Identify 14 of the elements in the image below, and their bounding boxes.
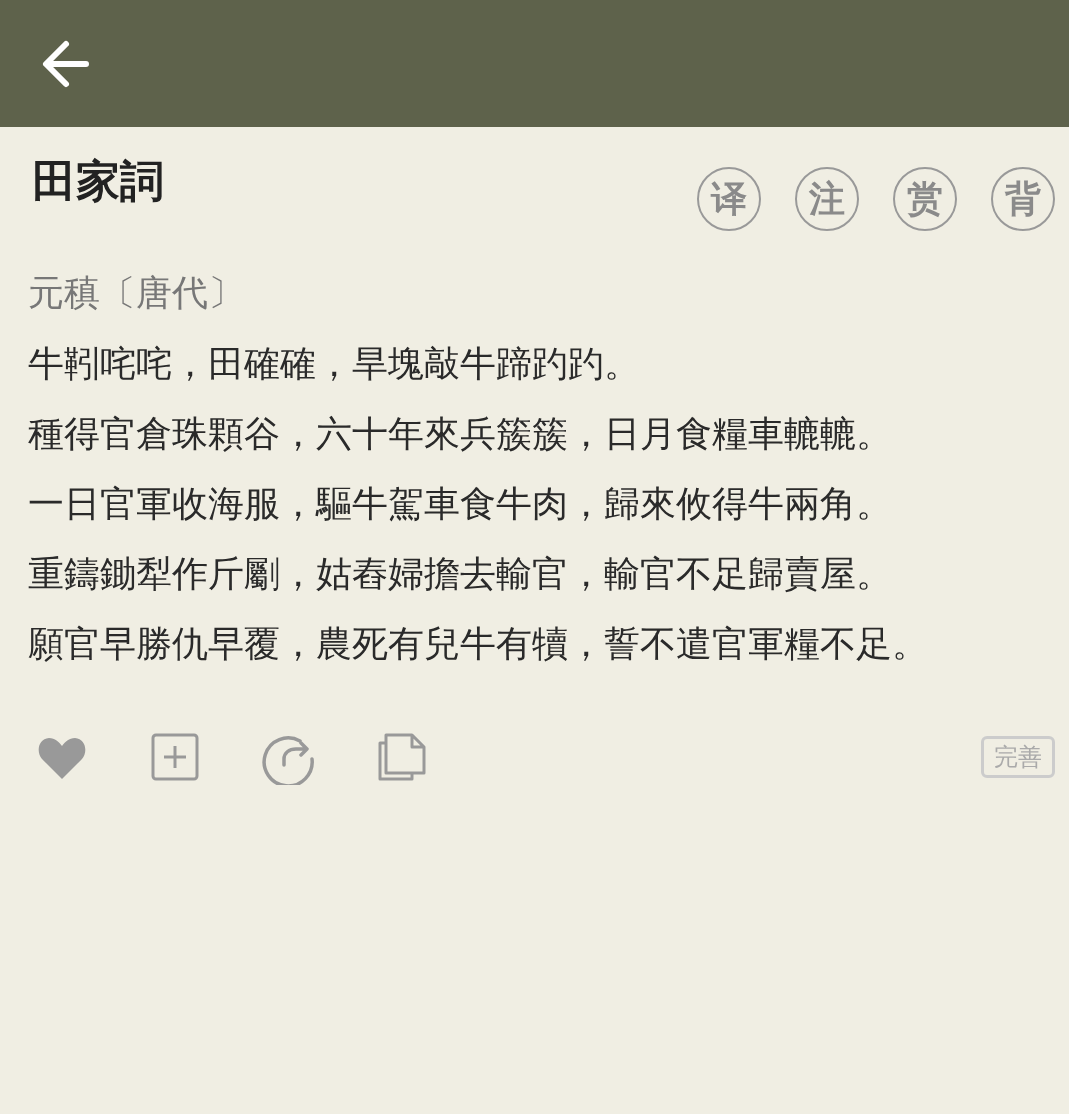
poem-line: 種得官倉珠顆谷，六十年來兵簇簇，日月食糧車轆轆。 [28, 413, 893, 456]
action-button[interactable]: 背 [991, 167, 1055, 231]
action-button[interactable]: 赏 [893, 167, 957, 231]
poem-author: 元稹〔唐代〕 [28, 272, 245, 315]
add-icon[interactable] [150, 732, 200, 782]
copy-icon[interactable] [376, 731, 428, 783]
poem-line: 重鑄鋤犁作斤劚，姑舂婦擔去輸官，輸官不足歸賣屋。 [28, 553, 893, 596]
improve-button[interactable]: 完善 [981, 736, 1055, 778]
poem-line: 一日官軍收海服，驅牛駕車食牛肉，歸來攸得牛兩角。 [28, 483, 893, 526]
action-button[interactable]: 注 [795, 167, 859, 231]
action-button[interactable]: 译 [697, 167, 761, 231]
poem-title: 田家詞 [31, 156, 164, 208]
poem-line: 願官早勝仇早覆，農死有兒牛有犢，誓不遣官軍糧不足。 [28, 623, 929, 666]
poem-line: 牛靷咤咤，田確確，旱塊敲牛蹄趵趵。 [28, 343, 641, 386]
